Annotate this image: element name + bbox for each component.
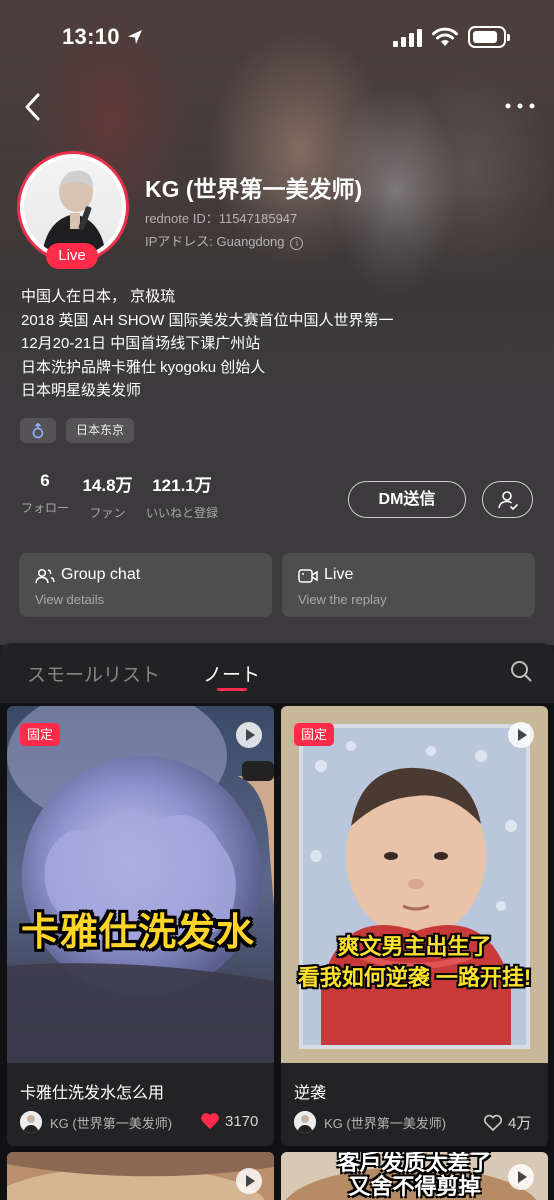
bio-line: 日本明星级美发师 bbox=[21, 382, 142, 399]
gender-tag bbox=[20, 418, 56, 443]
note-overlay-text: 看我如何逆袭 一路开挂! bbox=[297, 965, 532, 990]
profile-name: KG (世界第一美发师) bbox=[145, 176, 363, 202]
play-icon bbox=[508, 722, 534, 748]
live-badge[interactable]: Live bbox=[46, 243, 98, 269]
note-thumbnail bbox=[7, 1152, 274, 1200]
more-options-icon[interactable] bbox=[502, 96, 538, 116]
note-card[interactable]: 爽文男主出生了 看我如何逆袭 一路开挂! 固定 逆袭 KG (世界第一美发师) … bbox=[281, 706, 548, 1146]
note-card[interactable] bbox=[7, 1152, 274, 1200]
bio-line: 日本洗护品牌卡雅仕 kyogoku 创始人 bbox=[21, 358, 266, 376]
live-replay-card[interactable]: Live View the replay bbox=[282, 553, 535, 617]
stat-fans[interactable]: 14.8万 ファン bbox=[80, 471, 135, 521]
play-icon bbox=[236, 1168, 262, 1194]
video-camera-icon bbox=[298, 569, 318, 583]
author-name: KG (世界第一美发师) bbox=[324, 1115, 447, 1131]
heart-outline-icon bbox=[483, 1114, 503, 1131]
ip-location: IPアドレス: Guangdong i bbox=[145, 231, 304, 250]
note-author[interactable]: KG (世界第一美发师) bbox=[20, 1110, 172, 1134]
author-name: KG (世界第一美发师) bbox=[50, 1115, 173, 1131]
wifi-icon bbox=[432, 27, 458, 46]
tab-notes[interactable]: ノート bbox=[203, 660, 260, 687]
note-thumbnail bbox=[7, 706, 274, 1063]
location-tag: 日本东京 bbox=[66, 418, 135, 443]
author-avatar bbox=[20, 1111, 42, 1133]
note-card[interactable]: 卡雅仕洗发水 固定 卡雅仕洗发水怎么用 KG (世界第一美发师) 3170 bbox=[7, 706, 274, 1146]
group-icon bbox=[35, 568, 55, 584]
note-author[interactable]: KG (世界第一美发师) bbox=[294, 1110, 446, 1134]
stat-value: 14.8万 bbox=[82, 476, 133, 495]
rednote-id[interactable]: rednote ID：11547185947 bbox=[145, 208, 297, 227]
cellular-signal-icon bbox=[393, 29, 422, 47]
card-title: Live bbox=[324, 566, 354, 583]
note-overlay-text: 爽文男主出生了 bbox=[337, 934, 492, 959]
note-card[interactable]: 客戶发质太差了 又舍不得剪掉 bbox=[281, 1152, 548, 1200]
tab-small-list[interactable]: スモールリスト bbox=[27, 660, 160, 687]
pinned-badge: 固定 bbox=[294, 723, 334, 746]
like-count[interactable]: 4万 bbox=[483, 1112, 531, 1133]
status-time: 13:10 bbox=[62, 24, 120, 49]
author-avatar bbox=[294, 1111, 316, 1133]
profile-tags: 日本东京 bbox=[20, 418, 135, 443]
user-check-icon bbox=[498, 491, 518, 511]
group-chat-card[interactable]: Group chat View details bbox=[19, 553, 272, 617]
follow-user-button[interactable] bbox=[482, 481, 533, 518]
stat-label: いいねと登録 bbox=[145, 506, 218, 520]
note-thumbnail bbox=[281, 706, 548, 1063]
profile-tabs: スモールリスト ノート bbox=[0, 643, 554, 703]
note-title[interactable]: 逆袭 bbox=[294, 1079, 326, 1103]
stat-likes[interactable]: 121.1万 いいねと登録 bbox=[145, 471, 219, 521]
profile-bio: 中国人在日本， 京极琉 2018 英国 AH SHOW 国际美发大赛首位中国人世… bbox=[21, 285, 394, 403]
card-subtitle: View details bbox=[35, 592, 105, 607]
heart-filled-icon bbox=[201, 1113, 219, 1129]
ip-location-text: IPアドレス: Guangdong bbox=[145, 234, 285, 249]
like-count-value: 3170 bbox=[225, 1112, 259, 1130]
note-title[interactable]: 卡雅仕洗发水怎么用 bbox=[20, 1079, 164, 1103]
stat-following[interactable]: 6 フォロー bbox=[21, 471, 69, 516]
male-icon bbox=[32, 422, 44, 439]
play-icon bbox=[508, 1164, 534, 1190]
location-arrow-icon bbox=[128, 30, 142, 44]
active-tab-indicator bbox=[217, 688, 247, 691]
stat-value: 121.1万 bbox=[152, 476, 212, 495]
dm-button[interactable]: DM送信 bbox=[348, 481, 466, 518]
note-overlay-text: 卡雅仕洗发水 bbox=[21, 912, 256, 954]
card-title: Group chat bbox=[61, 566, 141, 583]
play-icon bbox=[236, 722, 262, 748]
status-bar: 13:10 bbox=[0, 22, 554, 54]
bio-line: 12月20-21日 中国首场线下课广州站 bbox=[21, 335, 261, 352]
stat-label: ファン bbox=[89, 506, 126, 520]
avatar-photo bbox=[24, 158, 122, 256]
card-subtitle: View the replay bbox=[298, 592, 387, 607]
search-icon[interactable] bbox=[510, 660, 532, 682]
like-count[interactable]: 3170 bbox=[200, 1112, 258, 1130]
bio-line: 中国人在日本， 京极琉 bbox=[21, 288, 176, 305]
stat-value: 6 bbox=[40, 471, 50, 490]
bio-line: 2018 英国 AH SHOW 国际美发大赛首位中国人世界第一 bbox=[21, 311, 394, 329]
back-chevron-icon[interactable] bbox=[18, 90, 48, 124]
stat-label: フォロー bbox=[21, 501, 70, 515]
notes-feed: 卡雅仕洗发水 固定 卡雅仕洗发水怎么用 KG (世界第一美发师) 3170 爽文… bbox=[0, 703, 554, 1200]
info-icon[interactable]: i bbox=[290, 237, 304, 250]
like-count-value: 4万 bbox=[508, 1115, 532, 1132]
battery-icon bbox=[468, 26, 510, 48]
pinned-badge: 固定 bbox=[20, 723, 60, 746]
